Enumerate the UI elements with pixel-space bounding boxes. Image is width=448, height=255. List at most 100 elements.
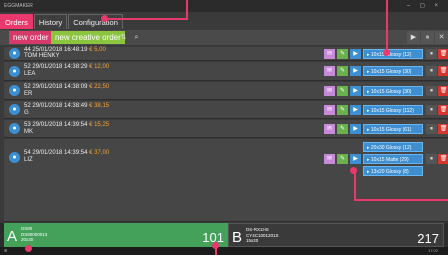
app-window: EGGMAKER – ◻ × Orders History Configurat… <box>0 0 448 255</box>
printer-count: 217 <box>417 231 439 246</box>
order-row[interactable]: ● 44 25/01/2018 16:48:19 € 5,00 TOM HENK… <box>4 47 448 61</box>
order-row[interactable]: ● 52 29/01/2018 14:38:49 € 38,15 G ✉ ✎ ▶… <box>4 101 448 119</box>
order-price: € 37,00 <box>89 150 110 156</box>
pause-all-icon[interactable]: ⏸ <box>421 31 434 44</box>
pause-icon[interactable]: ⏸ <box>426 154 437 164</box>
play-icon[interactable]: ▶ <box>350 154 361 164</box>
delete-icon[interactable]: 🗑 <box>438 154 448 164</box>
pause-icon[interactable]: ⏸ <box>426 86 437 96</box>
order-info: 54 29/01/2018 14:39:54 € 37,00 <box>24 150 109 156</box>
product-button[interactable]: ▸ 13x20 Glossy (8) <box>363 166 423 176</box>
edit-icon[interactable]: ✎ <box>337 49 348 59</box>
pause-icon[interactable]: ⏸ <box>426 49 437 59</box>
edit-icon[interactable]: ✎ <box>337 105 348 115</box>
product-button[interactable]: ▸ 10x15 Matte (29) <box>363 154 423 164</box>
pause-icon[interactable]: ⏸ <box>426 66 437 76</box>
clock: 17:02 <box>427 248 438 253</box>
printer-details: DS-RX1HS CY4C1001201S 15x20 <box>246 227 279 244</box>
delete-icon[interactable]: 🗑 <box>438 105 448 115</box>
order-datetime: 29/01/2018 14:38:09 <box>32 84 88 90</box>
callout-marker <box>1 19 5 25</box>
user-avatar-icon: ● <box>9 104 20 115</box>
search-icon[interactable]: ⌕ <box>130 31 143 44</box>
user-avatar-icon: ● <box>9 48 20 59</box>
user-avatar-icon: ● <box>9 85 20 96</box>
edit-icon[interactable]: ✎ <box>337 66 348 76</box>
order-id: 52 <box>24 84 31 90</box>
pause-icon[interactable]: ⏸ <box>426 105 437 115</box>
order-id: 52 <box>24 103 31 109</box>
product-button[interactable]: ▸ 10x15 Glossy (30) <box>363 86 423 96</box>
mail-icon[interactable]: ✉ <box>324 49 335 59</box>
order-price: € 5,00 <box>89 47 106 53</box>
edit-icon[interactable]: ✎ <box>337 154 348 164</box>
mail-icon[interactable]: ✉ <box>324 66 335 76</box>
printer-panel-a[interactable]: A DS80 DS80000013 20x30 101 <box>4 223 228 247</box>
tab-configuration[interactable]: Configuration <box>68 14 123 29</box>
tab-history[interactable]: History <box>33 14 68 29</box>
callout-line <box>354 199 448 201</box>
printer-media: 15x20 <box>246 238 259 243</box>
order-id: 52 <box>24 64 31 70</box>
play-icon[interactable]: ▶ <box>350 105 361 115</box>
order-customer: MK <box>24 129 33 135</box>
product-button[interactable]: ▸ 10x15 Glossy (112) <box>363 105 423 115</box>
mail-icon[interactable]: ✉ <box>324 105 335 115</box>
title-bar: EGGMAKER – ◻ × <box>0 0 448 12</box>
printer-details: DS80 DS80000013 20x30 <box>21 226 47 243</box>
order-row[interactable]: ● 53 29/01/2018 14:39:54 € 15,25 MK ✉ ✎ … <box>4 120 448 138</box>
order-info: 52 29/01/2018 14:38:29 € 12,00 <box>24 64 109 70</box>
new-order-button[interactable]: new order <box>9 31 53 44</box>
play-icon[interactable]: ▶ <box>350 66 361 76</box>
mail-icon[interactable]: ✉ <box>324 124 335 134</box>
callout-dot <box>212 242 219 249</box>
callout-line <box>386 0 388 51</box>
order-info: 52 29/01/2018 14:38:49 € 38,15 <box>24 103 109 109</box>
close-all-icon[interactable]: ✕ <box>435 31 448 44</box>
product-button[interactable]: ▸ 10x15 Glossy (30) <box>363 66 423 76</box>
order-price: € 15,25 <box>89 122 110 128</box>
product-button[interactable]: ▸ 10x15 Glossy (12) <box>363 49 423 59</box>
order-datetime: 29/01/2018 14:38:29 <box>32 64 88 70</box>
order-row[interactable]: ● 52 29/01/2018 14:38:29 € 12,00 LEA ✉ ✎… <box>4 62 448 81</box>
pause-icon[interactable]: ⏸ <box>426 124 437 134</box>
play-icon[interactable]: ▶ <box>350 124 361 134</box>
order-price: € 12,00 <box>89 64 110 70</box>
delete-icon[interactable]: 🗑 <box>438 66 448 76</box>
play-icon[interactable]: ▶ <box>350 49 361 59</box>
order-customer: TOM HENKY <box>24 53 60 59</box>
edit-icon[interactable]: ✎ <box>337 124 348 134</box>
new-creative-order-button[interactable]: new creative order <box>51 31 125 44</box>
callout-line <box>354 170 356 200</box>
delete-icon[interactable]: 🗑 <box>438 124 448 134</box>
order-info: 53 29/01/2018 14:39:54 € 15,25 <box>24 122 109 128</box>
play-icon[interactable]: ▶ <box>350 86 361 96</box>
mail-icon[interactable]: ✉ <box>324 86 335 96</box>
order-datetime: 29/01/2018 14:38:49 <box>32 103 88 109</box>
delete-icon[interactable]: 🗑 <box>438 49 448 59</box>
callout-line <box>186 0 188 20</box>
mail-icon[interactable]: ✉ <box>324 154 335 164</box>
order-price: € 38,15 <box>89 103 110 109</box>
order-info: 52 29/01/2018 14:38:09 € 22,50 <box>24 84 109 90</box>
start-icon[interactable]: ⊞ <box>4 247 7 255</box>
order-row[interactable]: ● 52 29/01/2018 14:38:09 € 22,50 ER ✉ ✎ … <box>4 82 448 100</box>
printer-letter: A <box>7 228 18 245</box>
play-all-icon[interactable]: ▶ <box>407 31 420 44</box>
product-button[interactable]: ▸ 20x30 Glossy (12) <box>363 142 423 152</box>
order-customer: ER <box>24 91 33 97</box>
app-title: EGGMAKER <box>4 3 33 9</box>
callout-dot <box>25 245 32 252</box>
printer-letter: B <box>232 229 243 246</box>
printer-media: 20x30 <box>21 237 34 242</box>
product-button[interactable]: ▸ 10x15 Glossy (61) <box>363 124 423 134</box>
sort-icon[interactable]: ⇅ <box>117 31 130 44</box>
delete-icon[interactable]: 🗑 <box>438 86 448 96</box>
printer-panel-b[interactable]: B DS-RX1HS CY4C1001201S 15x20 217 <box>228 223 444 247</box>
user-avatar-icon: ● <box>9 152 20 163</box>
window-controls[interactable]: – ◻ × <box>407 0 442 12</box>
order-customer: G <box>24 110 29 116</box>
order-row[interactable]: ● 54 29/01/2018 14:39:54 € 37,00 LIZ ✉ ✎… <box>4 139 448 222</box>
edit-icon[interactable]: ✎ <box>337 86 348 96</box>
taskbar: ⊞ 17:02 <box>0 247 448 255</box>
